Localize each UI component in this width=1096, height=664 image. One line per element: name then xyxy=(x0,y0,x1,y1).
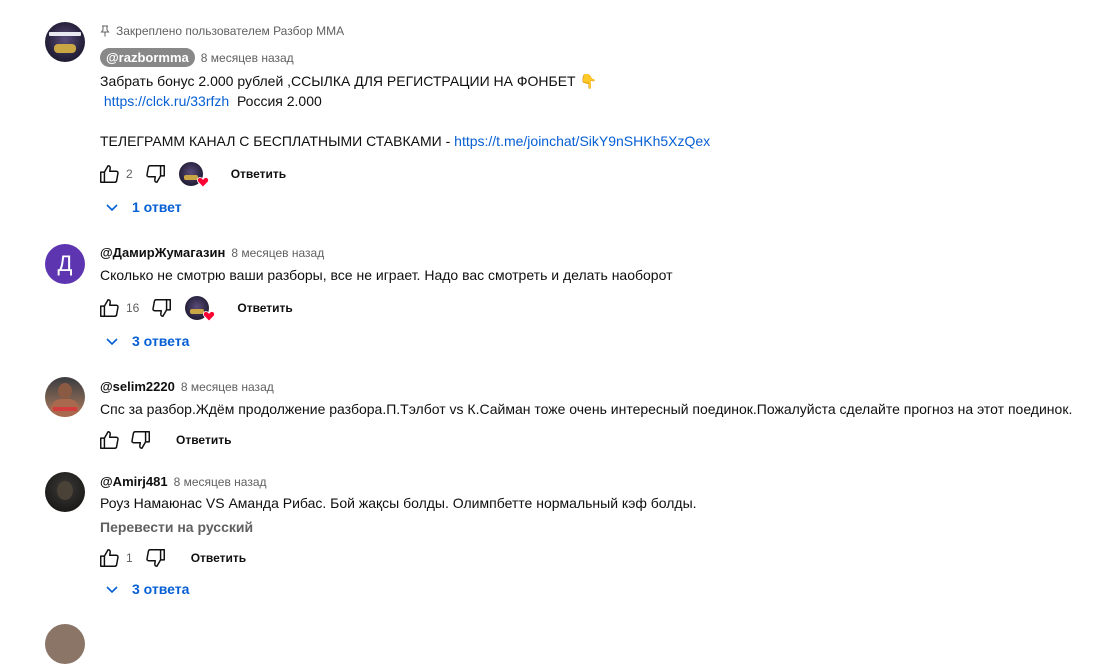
author-name[interactable]: @Amirj481 xyxy=(100,474,168,489)
comment-header: @razbormma 8 месяцев назад xyxy=(100,48,294,67)
reply-button[interactable]: Ответить xyxy=(237,301,292,315)
comment-actions: 16 Ответить xyxy=(98,296,293,322)
comment-text: Спс за разбор.Ждём продолжение разбора.П… xyxy=(100,401,1073,417)
comment-thread-damir: Д @ДамирЖумагазин 8 месяцев назад Скольк… xyxy=(0,230,1096,360)
like-button[interactable] xyxy=(98,297,120,319)
chevron-down-icon xyxy=(106,586,118,594)
bonus-link[interactable]: https://clck.ru/33rfzh xyxy=(104,93,229,109)
view-replies-button[interactable]: 1 ответ xyxy=(104,199,182,215)
comment-actions: 2 Ответить xyxy=(98,162,286,188)
pinned-text: Закреплено пользователем Разбор ММА xyxy=(116,24,345,38)
like-button[interactable] xyxy=(98,429,120,451)
reply-button[interactable]: Ответить xyxy=(176,433,231,447)
comment-header: @Amirj481 8 месяцев назад xyxy=(100,474,267,489)
telegram-link[interactable]: https://t.me/joinchat/SikY9nSHKh5XzQex xyxy=(454,133,710,149)
translate-button[interactable]: Перевести на русский xyxy=(100,519,253,535)
avatar[interactable] xyxy=(45,624,85,664)
dislike-button[interactable] xyxy=(145,547,167,569)
replies-label: 1 ответ xyxy=(132,199,182,215)
comment-text: Забрать бонус 2.000 рублей ,ССЫЛКА ДЛЯ Р… xyxy=(100,71,710,151)
reply-button[interactable]: Ответить xyxy=(191,551,246,565)
pinned-label: Закреплено пользователем Разбор ММА xyxy=(100,24,344,38)
avatar-logo-text xyxy=(49,32,81,36)
comment-time[interactable]: 8 месяцев назад xyxy=(201,51,294,65)
creator-heart xyxy=(185,296,216,322)
avatar[interactable] xyxy=(45,22,85,62)
comment-header: @selim2220 8 месяцев назад xyxy=(100,379,274,394)
reply-button[interactable]: Ответить xyxy=(231,167,286,181)
comment-header: @ДамирЖумагазин 8 месяцев назад xyxy=(100,245,324,260)
like-button[interactable] xyxy=(98,163,120,185)
like-button[interactable] xyxy=(98,547,120,569)
chevron-down-icon xyxy=(106,204,118,212)
comment-time[interactable]: 8 месяцев назад xyxy=(174,475,267,489)
replies-label: 3 ответа xyxy=(132,333,190,349)
avatar[interactable]: Д xyxy=(45,244,85,284)
avatar-belt xyxy=(53,407,77,411)
heart-icon xyxy=(196,177,209,188)
view-replies-button[interactable]: 3 ответа xyxy=(104,581,189,597)
thumb-up-icon xyxy=(100,549,119,567)
thumb-down-icon xyxy=(145,549,165,567)
avatar-head xyxy=(57,481,73,500)
thumb-down-icon xyxy=(152,299,172,317)
dislike-button[interactable] xyxy=(130,429,152,451)
comment-line: ТЕЛЕГРАММ КАНАЛ С БЕСПЛАТНЫМИ СТАВКАМИ - xyxy=(100,133,455,149)
comment-thread-amirj: @Amirj481 8 месяцев назад Роуз Намаюнас … xyxy=(0,460,1096,610)
comment-thread-selim: @selim2220 8 месяцев назад Спс за разбор… xyxy=(0,365,1096,460)
chevron-down-icon xyxy=(106,338,118,346)
dislike-button[interactable] xyxy=(145,163,167,185)
creator-heart xyxy=(178,162,209,188)
avatar-head xyxy=(58,383,72,399)
comment-line: Россия 2.000 xyxy=(229,93,322,109)
like-count: 1 xyxy=(126,551,133,565)
comment-line: Забрать бонус 2.000 рублей ,ССЫЛКА ДЛЯ Р… xyxy=(100,73,597,89)
comment-time[interactable]: 8 месяцев назад xyxy=(181,380,274,394)
view-replies-button[interactable]: 3 ответа xyxy=(104,333,189,349)
avatar-belt xyxy=(54,44,76,53)
avatar[interactable] xyxy=(45,377,85,417)
comment-time[interactable]: 8 месяцев назад xyxy=(231,246,324,260)
pin-icon xyxy=(100,25,110,37)
comment-text: Сколько не смотрю ваши разборы, все не и… xyxy=(100,267,673,283)
thumb-up-icon xyxy=(100,165,119,183)
replies-label: 3 ответа xyxy=(132,581,190,597)
author-name[interactable]: @ДамирЖумагазин xyxy=(100,245,225,260)
comment-actions: 1 Ответить xyxy=(98,546,246,570)
comment-actions: Ответить xyxy=(98,428,231,452)
author-name[interactable]: @selim2220 xyxy=(100,379,175,394)
heart-icon xyxy=(203,311,216,322)
thumb-down-icon xyxy=(131,431,150,449)
like-count: 16 xyxy=(126,301,140,315)
like-count: 2 xyxy=(126,167,133,181)
thumb-up-icon xyxy=(100,431,119,449)
comment-text: Роуз Намаюнас VS Аманда Рибас. Бой жақсы… xyxy=(100,495,697,511)
comment-thread-razbormma: Закреплено пользователем Разбор ММА @raz… xyxy=(0,0,1096,230)
dislike-button[interactable] xyxy=(151,297,173,319)
author-name[interactable]: @razbormma xyxy=(100,48,195,67)
thumb-up-icon xyxy=(100,299,119,317)
thumb-down-icon xyxy=(145,165,165,183)
avatar[interactable] xyxy=(45,472,85,512)
